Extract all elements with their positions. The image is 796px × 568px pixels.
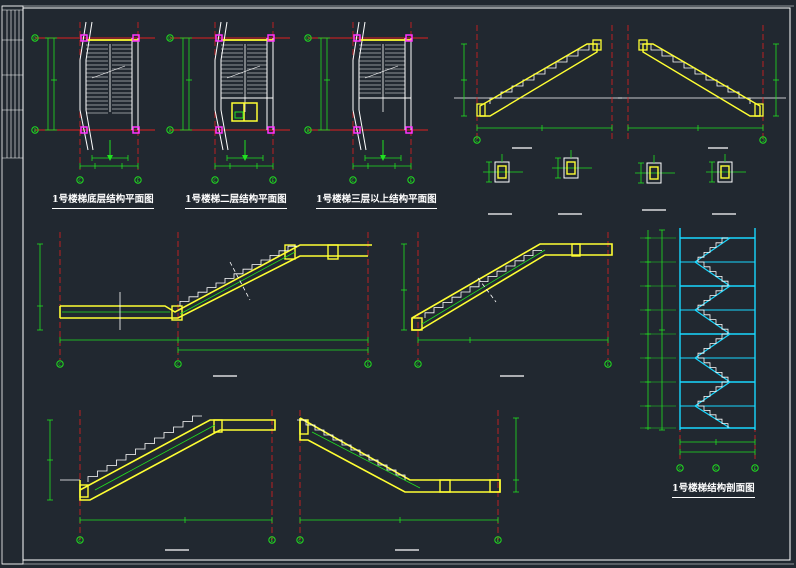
flight-slab (642, 43, 761, 117)
landing-beam-section (411, 317, 423, 331)
grid-bubble-label: C (351, 178, 354, 184)
plan-view-ground: D B C E (31, 21, 155, 184)
caption-plan-ground: 1号楼梯底层结构平面图 (52, 194, 154, 209)
stair-flight (694, 237, 731, 263)
plan-view-third: D B C E (304, 21, 428, 184)
small-flight-right: C (618, 25, 786, 149)
grid-bubble-label: E (497, 538, 500, 544)
flight-slab (479, 43, 598, 117)
stair-steps (640, 43, 751, 104)
stair-flight (694, 309, 731, 335)
stair-steps (297, 419, 406, 480)
rebar (311, 431, 421, 489)
long-flight-b: CE (401, 232, 613, 377)
rebar (94, 424, 216, 491)
grid-bubble-label: D (168, 36, 172, 42)
beam-detail (552, 150, 592, 179)
grid-bubble-label: D (33, 36, 37, 42)
grid-bubble-label: C (78, 538, 81, 544)
stair-section-view: CCE (640, 228, 759, 472)
beam-detail (483, 154, 523, 183)
caption-plan-second: 1号楼梯二层结构平面图 (185, 194, 287, 209)
stair-steps (424, 249, 542, 318)
grid-bubble-label: C (416, 362, 419, 368)
rebar (179, 251, 296, 315)
caption-plan-third: 1号楼梯三层以上结构平面图 (316, 194, 437, 209)
stair-flight (694, 405, 731, 429)
flight-slab (411, 243, 613, 331)
bottom-flight-b: CE (296, 410, 519, 551)
grid-bubble-label: C (298, 538, 301, 544)
landing-beam-section (327, 244, 339, 260)
grid-bubble-label: E (607, 362, 610, 368)
grid-bubble-label: E (367, 362, 370, 368)
flight-slab-top (60, 244, 372, 313)
grid-bubble-label: E (271, 538, 274, 544)
stair-flight (694, 285, 731, 311)
long-flight-a: CCE (37, 232, 372, 377)
stair-flight (694, 381, 731, 407)
flight-slab (299, 417, 501, 493)
stair-flight (694, 261, 731, 287)
stair-direction-arrow (226, 65, 261, 79)
grid-bubble-label: C (213, 178, 216, 184)
stair-steps (489, 43, 600, 104)
plan-view-second: D B C E (166, 21, 290, 184)
rebar (421, 249, 546, 325)
caption-section: 1号楼梯结构剖面图 (672, 483, 755, 498)
flight-slab-bottom (60, 255, 368, 319)
grid-bubble-label: E (137, 178, 140, 184)
grid-bubble-label: C (58, 362, 61, 368)
beam-detail (635, 155, 675, 184)
stair-flight (694, 357, 731, 383)
stair-flight (694, 333, 731, 359)
stair-direction-arrow (91, 65, 126, 79)
beam-details (483, 150, 746, 215)
grid-bubble-label: C (678, 466, 681, 472)
landing-beam-section (489, 479, 501, 493)
grid-bubble-label: C (176, 362, 179, 368)
grid-bubble-label: C (475, 138, 478, 144)
stair-direction-arrow (364, 65, 399, 79)
grid-bubble-label: C (714, 466, 717, 472)
bottom-flight-a: CE (47, 410, 276, 551)
grid-bubble-label: D (306, 36, 310, 42)
grid-bubble-label: E (410, 178, 413, 184)
grid-bubble-label: B (168, 128, 171, 134)
beam-detail (706, 154, 746, 183)
small-flight-left: C (454, 25, 622, 149)
grid-bubble-label: B (306, 128, 309, 134)
grid-bubble-label: C (78, 178, 81, 184)
beam-section (234, 111, 244, 119)
grid-bubble-label: E (754, 466, 757, 472)
binding-strip (1, 5, 24, 565)
grid-bubble-label: B (33, 128, 36, 134)
flight-slab (79, 419, 276, 501)
drawing-frame (1, 5, 794, 565)
landing-beam-section (439, 479, 451, 493)
grid-bubble-label: E (272, 178, 275, 184)
plan-views: D B C E D B C E D B C E (31, 21, 428, 184)
grid-bubble-label: C (761, 138, 764, 144)
